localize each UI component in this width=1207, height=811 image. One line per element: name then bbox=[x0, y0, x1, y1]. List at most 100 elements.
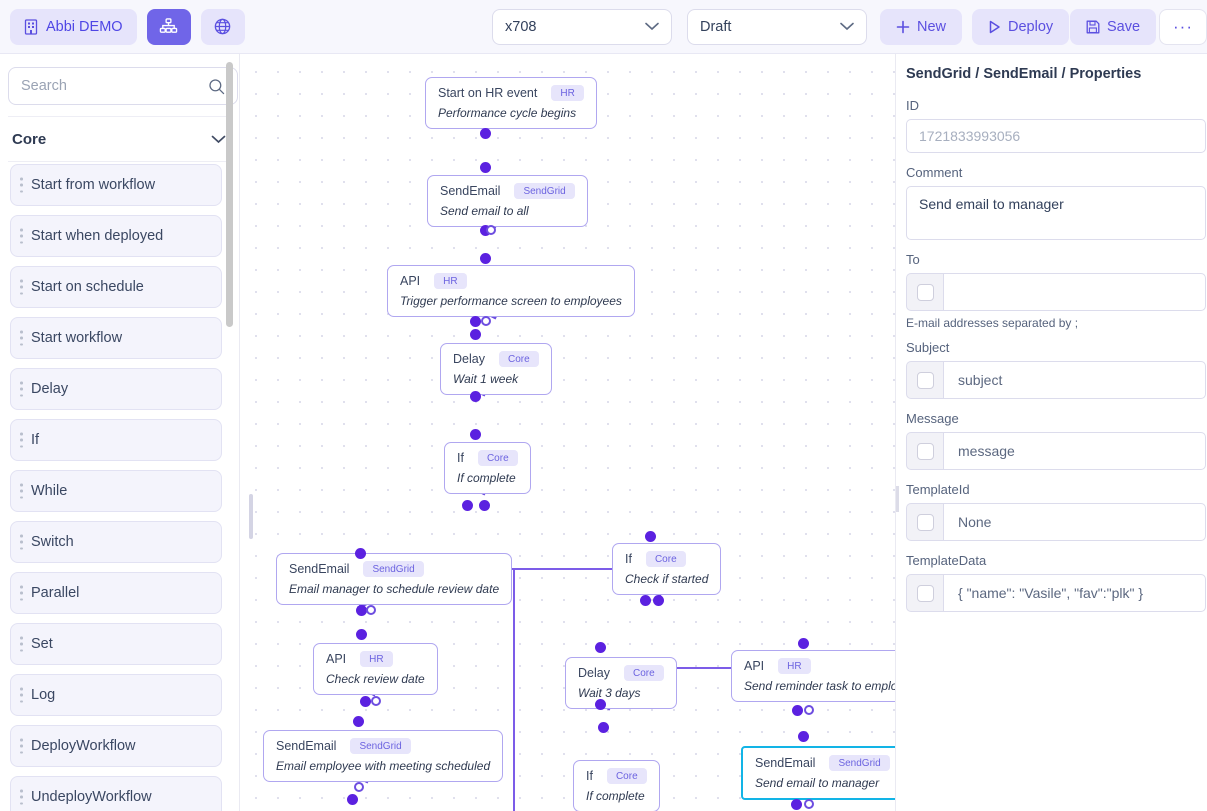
globe-view-button[interactable] bbox=[201, 9, 245, 45]
field-toggle-templatedata[interactable] bbox=[906, 574, 943, 612]
node-port[interactable] bbox=[355, 548, 366, 559]
drag-handle-icon[interactable] bbox=[20, 484, 23, 499]
field-value-subject[interactable]: subject bbox=[943, 361, 1206, 399]
field-value-templateid[interactable]: None bbox=[943, 503, 1206, 541]
field-value-templatedata[interactable]: { "name": "Vasile", "fav":"plk" } bbox=[943, 574, 1206, 612]
field-input-id[interactable]: 1721833993056 bbox=[906, 119, 1206, 153]
workflow-node[interactable]: SendEmailSendGridSend email to all bbox=[427, 175, 588, 227]
field-combo-to[interactable] bbox=[906, 273, 1206, 311]
node-port[interactable] bbox=[653, 595, 664, 606]
palette-item[interactable]: Start workflow bbox=[10, 317, 222, 359]
node-port[interactable] bbox=[480, 253, 491, 264]
drag-handle-icon[interactable] bbox=[20, 433, 23, 448]
workflow-node[interactable]: DelayCoreWait 3 days bbox=[565, 657, 677, 709]
node-port[interactable] bbox=[480, 162, 491, 173]
drag-handle-icon[interactable] bbox=[20, 178, 23, 193]
chevron-down-icon[interactable] bbox=[211, 135, 226, 144]
node-port-open[interactable] bbox=[486, 225, 496, 235]
node-port[interactable] bbox=[792, 705, 803, 716]
deploy-button[interactable]: Deploy bbox=[972, 9, 1069, 45]
workflow-select[interactable]: x708 bbox=[492, 9, 672, 45]
node-port-open[interactable] bbox=[804, 799, 814, 809]
node-port[interactable] bbox=[480, 128, 491, 139]
drag-handle-icon[interactable] bbox=[20, 229, 23, 244]
node-port[interactable] bbox=[347, 794, 358, 805]
drag-handle-icon[interactable] bbox=[20, 382, 23, 397]
palette-list[interactable]: Start from workflow Start when deployed St… bbox=[0, 164, 240, 811]
save-button[interactable]: Save bbox=[1070, 9, 1156, 45]
field-toggle-templateid[interactable] bbox=[906, 503, 943, 541]
node-port[interactable] bbox=[595, 642, 606, 653]
search-input[interactable] bbox=[21, 78, 208, 94]
palette-item[interactable]: Set bbox=[10, 623, 222, 665]
status-select[interactable]: Draft bbox=[687, 9, 867, 45]
node-port[interactable] bbox=[645, 531, 656, 542]
node-port[interactable] bbox=[470, 391, 481, 402]
workflow-node-selected[interactable]: SendEmailSendGridSend email to manager bbox=[741, 746, 895, 800]
workflow-node[interactable]: IfCoreIf complete bbox=[444, 442, 531, 494]
palette-item[interactable]: DeployWorkflow bbox=[10, 725, 222, 767]
palette-group-core[interactable]: Core bbox=[8, 116, 230, 162]
workflow-node[interactable]: SendEmailSendGridEmail manager to schedu… bbox=[276, 553, 512, 605]
node-port-open[interactable] bbox=[481, 316, 491, 326]
workflow-node[interactable]: IfCoreCheck if started bbox=[612, 543, 721, 595]
search-box[interactable] bbox=[8, 67, 238, 105]
drag-handle-icon[interactable] bbox=[20, 535, 23, 550]
palette-item[interactable]: UndeployWorkflow bbox=[10, 776, 222, 811]
field-textarea-comment[interactable]: Send email to manager bbox=[906, 186, 1206, 240]
node-port[interactable] bbox=[356, 629, 367, 640]
drag-handle-icon[interactable] bbox=[20, 586, 23, 601]
node-port[interactable] bbox=[353, 716, 364, 727]
palette-item[interactable]: While bbox=[10, 470, 222, 512]
workflow-canvas[interactable]: Start on HR eventHRPerformance cycle beg… bbox=[240, 54, 895, 811]
node-port[interactable] bbox=[356, 605, 367, 616]
drag-handle-icon[interactable] bbox=[20, 280, 23, 295]
canvas-resize-handle[interactable] bbox=[249, 494, 253, 539]
node-port[interactable] bbox=[470, 316, 481, 327]
org-selector[interactable]: Abbi DEMO bbox=[10, 9, 137, 45]
palette-item[interactable]: Start when deployed bbox=[10, 215, 222, 257]
field-toggle-to[interactable] bbox=[906, 273, 943, 311]
more-options-button[interactable]: ··· bbox=[1159, 9, 1207, 45]
field-combo-message[interactable]: message bbox=[906, 432, 1206, 470]
workflow-node[interactable]: APIHRCheck review date bbox=[313, 643, 438, 695]
palette-item[interactable]: Log bbox=[10, 674, 222, 716]
palette-item[interactable]: Switch bbox=[10, 521, 222, 563]
node-port[interactable] bbox=[791, 799, 802, 810]
workflow-node[interactable]: SendEmailSendGridEmail employee with mee… bbox=[263, 730, 503, 782]
node-port[interactable] bbox=[360, 696, 371, 707]
node-port-open[interactable] bbox=[371, 696, 381, 706]
field-value-message[interactable]: message bbox=[943, 432, 1206, 470]
search-icon[interactable] bbox=[208, 78, 225, 95]
drag-handle-icon[interactable] bbox=[20, 688, 23, 703]
drag-handle-icon[interactable] bbox=[20, 331, 23, 346]
flow-view-button[interactable] bbox=[147, 9, 191, 45]
node-port[interactable] bbox=[798, 638, 809, 649]
drag-handle-icon[interactable] bbox=[20, 637, 23, 652]
palette-item[interactable]: Start on schedule bbox=[10, 266, 222, 308]
palette-item[interactable]: Delay bbox=[10, 368, 222, 410]
palette-item[interactable]: Start from workflow bbox=[10, 164, 222, 206]
palette-item[interactable]: Parallel bbox=[10, 572, 222, 614]
sidebar-scrollbar[interactable] bbox=[226, 62, 233, 327]
node-port[interactable] bbox=[595, 699, 606, 710]
field-toggle-subject[interactable] bbox=[906, 361, 943, 399]
drag-handle-icon[interactable] bbox=[20, 739, 23, 754]
field-combo-templatedata[interactable]: { "name": "Vasile", "fav":"plk" } bbox=[906, 574, 1206, 612]
node-port[interactable] bbox=[470, 429, 481, 440]
node-port[interactable] bbox=[798, 731, 809, 742]
field-combo-templateid[interactable]: None bbox=[906, 503, 1206, 541]
node-port-open[interactable] bbox=[354, 782, 364, 792]
workflow-node[interactable]: APIHRTrigger performance screen to emplo… bbox=[387, 265, 635, 317]
node-port[interactable] bbox=[470, 329, 481, 340]
node-port[interactable] bbox=[479, 500, 490, 511]
field-value-to[interactable] bbox=[943, 273, 1206, 311]
node-port[interactable] bbox=[640, 595, 651, 606]
palette-item[interactable]: If bbox=[10, 419, 222, 461]
workflow-node[interactable]: Start on HR eventHRPerformance cycle beg… bbox=[425, 77, 597, 129]
node-port[interactable] bbox=[598, 722, 609, 733]
new-button[interactable]: New bbox=[880, 9, 962, 45]
workflow-node[interactable]: APIHRSend reminder task to employee bbox=[731, 650, 895, 702]
node-port-open[interactable] bbox=[366, 605, 376, 615]
workflow-node[interactable]: DelayCoreWait 1 week bbox=[440, 343, 552, 395]
